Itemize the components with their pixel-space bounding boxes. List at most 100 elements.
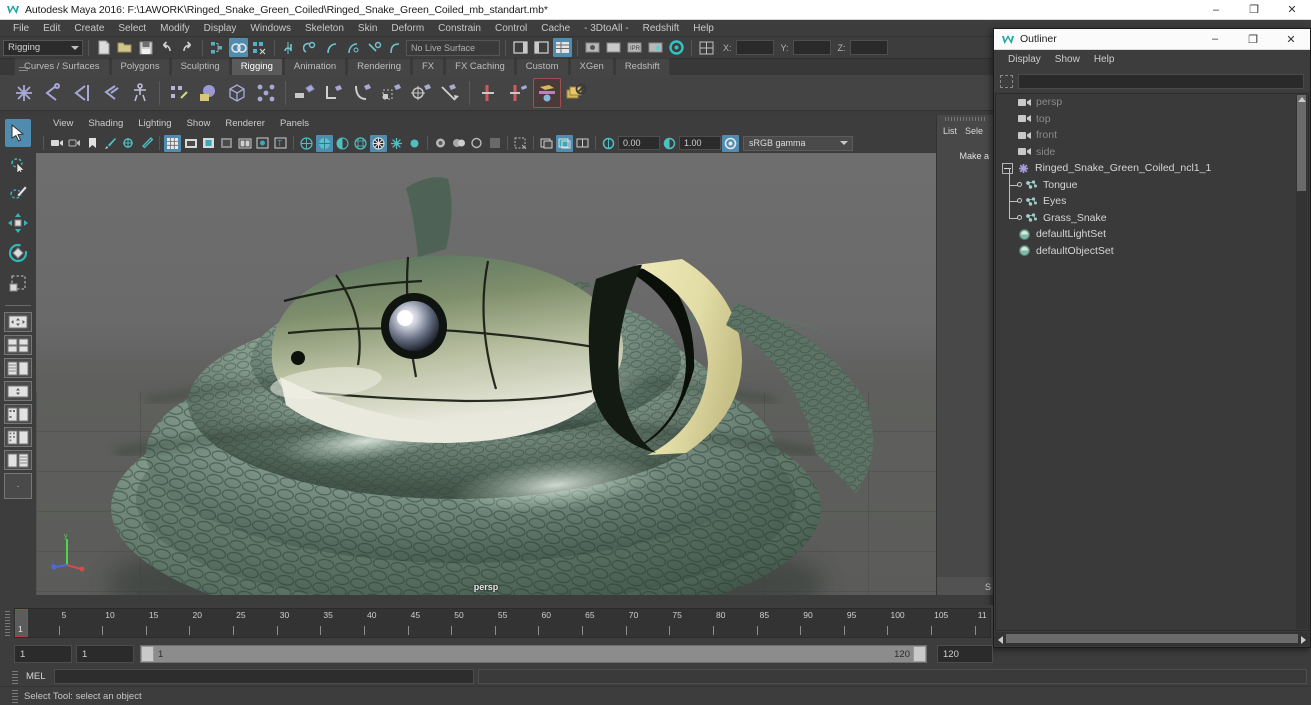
help-line-grip[interactable] [12, 689, 18, 703]
viewport-menu-item-view[interactable]: View [46, 115, 80, 133]
outliner-hscroll-thumb[interactable] [1006, 634, 1298, 643]
exposure-adjust-icon[interactable] [600, 135, 617, 152]
snap-to-curve-icon[interactable] [301, 38, 320, 57]
render-settings-icon[interactable]: IPR [625, 38, 644, 57]
connect-joint-icon[interactable] [97, 78, 125, 108]
scroll-left-arrow-icon[interactable] [998, 636, 1003, 644]
main-menu-item-skin[interactable]: Skin [351, 20, 384, 37]
outliner-horizontal-scrollbar[interactable] [995, 632, 1309, 646]
layout-outliner-persp-button[interactable] [4, 381, 32, 401]
camera-icon[interactable] [48, 135, 65, 152]
camera-attributes-icon[interactable] [66, 135, 83, 152]
open-scene-icon[interactable] [115, 38, 134, 57]
command-line-input[interactable] [53, 669, 474, 684]
xray-icon[interactable] [254, 135, 271, 152]
show-hide-tool-settings-icon[interactable] [532, 38, 551, 57]
main-menu-item-modify[interactable]: Modify [153, 20, 196, 37]
shelf-tab-xgen[interactable]: XGen [569, 58, 614, 75]
render-current-frame-icon[interactable] [583, 38, 602, 57]
grid-icon[interactable] [164, 134, 181, 152]
outliner-item-side[interactable]: side [996, 144, 1308, 161]
orient-constraint-icon[interactable] [349, 78, 377, 108]
filter-icon[interactable] [1000, 74, 1013, 88]
isolate-select-icon[interactable] [512, 135, 529, 152]
coord-z-field[interactable] [849, 40, 888, 55]
snap-to-view-planes-icon[interactable] [364, 38, 383, 57]
gamma-value-field[interactable]: 1.00 [679, 136, 721, 150]
redo-icon[interactable] [178, 38, 197, 57]
outliner-menu-item-show[interactable]: Show [1049, 50, 1086, 70]
main-menu-item-control[interactable]: Control [488, 20, 534, 37]
gamma-adjust-icon[interactable] [661, 135, 678, 152]
pole-vector-icon[interactable] [436, 78, 464, 108]
outliner-tree-list[interactable]: persp top front side Ringed_Snake_Green_Coil… [995, 93, 1309, 631]
outliner-item-tongue[interactable]: Tongue [996, 167, 1308, 194]
channel-box-menu-selected[interactable]: Sele [965, 126, 983, 136]
interactive-bind-icon[interactable] [223, 78, 251, 108]
ipr-render-icon[interactable] [604, 38, 623, 57]
parent-constraint-icon[interactable] [291, 78, 319, 108]
point-constraint-icon[interactable] [320, 78, 348, 108]
anim-start-field[interactable]: 1 [76, 645, 134, 663]
create-joint-icon[interactable] [10, 78, 38, 108]
viewport-menu-item-show[interactable]: Show [180, 115, 218, 133]
viewport-menu-item-renderer[interactable]: Renderer [218, 115, 272, 133]
wrap-deformer-icon[interactable] [504, 78, 532, 108]
render-region-icon[interactable] [556, 134, 573, 152]
outliner-item-grass-snake[interactable]: Grass_Snake [996, 200, 1308, 227]
scroll-right-arrow-icon[interactable] [1301, 636, 1306, 644]
viewport-menu-item-lighting[interactable]: Lighting [131, 115, 178, 133]
select-by-hierarchy-icon[interactable] [208, 38, 227, 57]
layout-hypergraph-persp-button[interactable] [4, 404, 32, 424]
multisample-icon[interactable] [450, 135, 467, 152]
main-menu-item-edit[interactable]: Edit [36, 20, 67, 37]
smooth-bind-icon[interactable] [194, 78, 222, 108]
outliner-minimize-button[interactable]: – [1196, 29, 1234, 49]
time-slider-track[interactable]: 1 5 10 15 20 25 30 35 40 45 50 55 60 65 70 75 80 85 90 95 1… [14, 608, 991, 638]
layout-blank-button[interactable]: · [4, 473, 32, 499]
paint-effects-icon[interactable] [102, 135, 119, 152]
shelf-tab-polygons[interactable]: Polygons [110, 58, 170, 75]
range-start-field[interactable]: 1 [14, 645, 72, 663]
shadows-icon[interactable] [388, 135, 405, 152]
command-line-output[interactable] [477, 669, 1307, 684]
outliner-item-top[interactable]: top [996, 111, 1308, 128]
current-frame-marker[interactable]: 1 [15, 609, 28, 637]
shelf-tab-animation[interactable]: Animation [283, 58, 347, 75]
insert-joint-icon[interactable] [39, 78, 67, 108]
main-menu-item-constrain[interactable]: Constrain [431, 20, 488, 37]
range-handle-right[interactable] [913, 646, 926, 662]
window-maximize-button[interactable]: ❐ [1235, 0, 1273, 20]
main-menu-item-create[interactable]: Create [67, 20, 111, 37]
layout-two-stacked-button[interactable] [4, 450, 32, 470]
snap-to-grid-icon[interactable] [280, 38, 299, 57]
paint-weights-icon[interactable] [252, 78, 280, 108]
textured-shading-icon[interactable] [352, 135, 369, 152]
viewport-menu-item-panels[interactable]: Panels [273, 115, 316, 133]
outliner-item-persp[interactable]: persp [996, 94, 1308, 111]
outliner-menu-item-help[interactable]: Help [1088, 50, 1121, 70]
layout-single-perspective-button[interactable] [4, 312, 32, 332]
outliner-close-button[interactable]: ✕ [1272, 29, 1310, 49]
layout-four-view-button[interactable] [4, 335, 32, 355]
aim-constraint-icon[interactable] [407, 78, 435, 108]
main-menu-item-redshift[interactable]: Redshift [636, 20, 687, 37]
shelf-grip-handle[interactable] [16, 59, 30, 75]
menu-set-selector[interactable]: Rigging [3, 39, 83, 56]
render-sequence-icon[interactable] [646, 38, 665, 57]
use-all-lights-icon[interactable] [370, 134, 387, 152]
outliner-item-defaultlightset[interactable]: defaultLightSet [996, 226, 1308, 243]
gate-mask-icon[interactable] [218, 135, 235, 152]
select-by-component-type-icon[interactable] [250, 38, 269, 57]
time-slider-grip[interactable] [0, 605, 14, 641]
new-scene-icon[interactable] [94, 38, 113, 57]
exposure-value-field[interactable]: 0.00 [618, 136, 660, 150]
shelf-tab-redshift[interactable]: Redshift [614, 58, 670, 75]
bind-skin-icon[interactable] [165, 78, 193, 108]
main-menu-item-deform[interactable]: Deform [384, 20, 431, 37]
scale-constraint-icon[interactable] [378, 78, 406, 108]
outliner-item-defaultobjectset[interactable]: defaultObjectSet [996, 243, 1308, 260]
shelf-tab-rigging[interactable]: Rigging [230, 58, 283, 75]
main-menu-item-display[interactable]: Display [197, 20, 244, 37]
outliner-search-input[interactable] [1018, 73, 1304, 89]
